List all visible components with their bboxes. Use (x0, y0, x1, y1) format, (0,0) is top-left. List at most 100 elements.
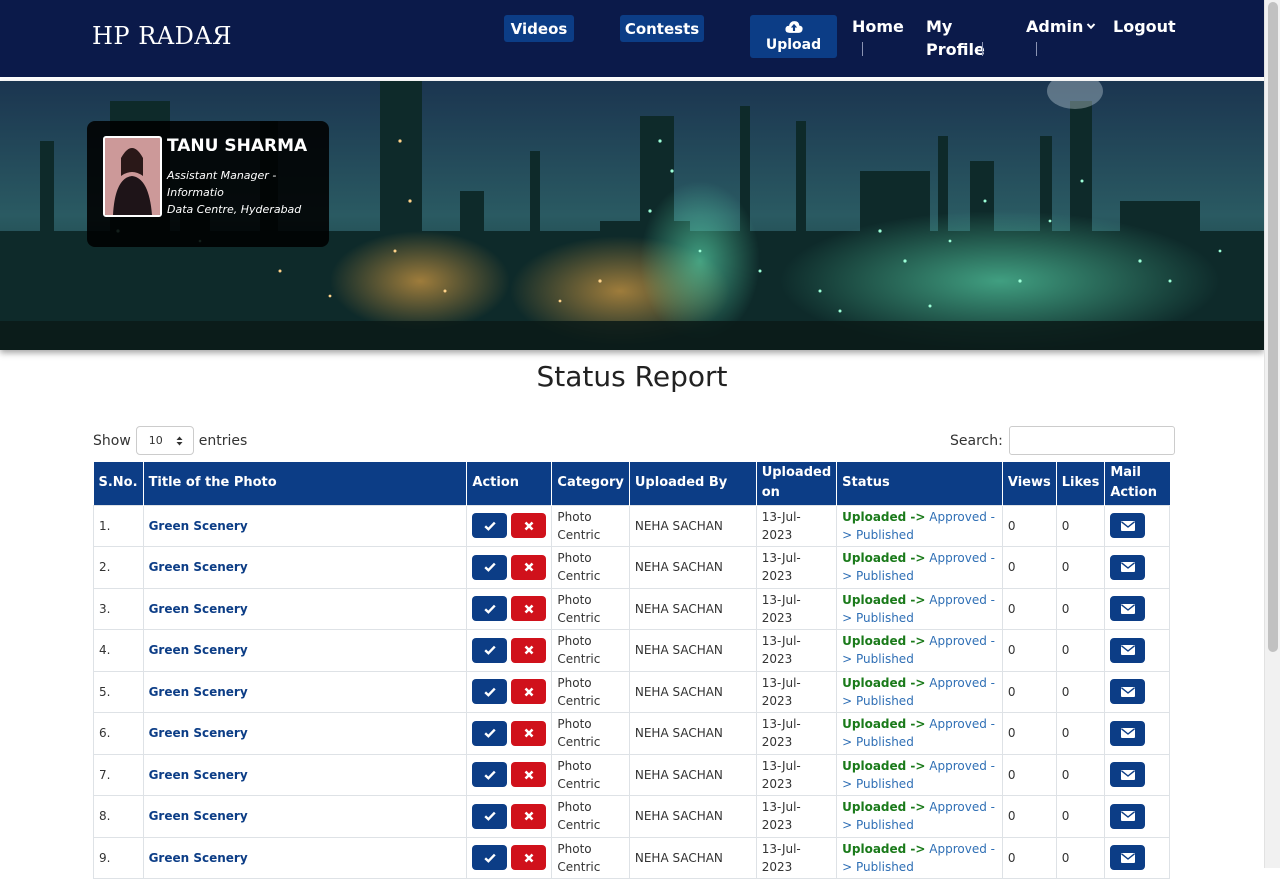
nav-logout-link[interactable]: Logout (1113, 15, 1176, 38)
user-details: Assistant Manager - Informatio Data Cent… (167, 167, 317, 218)
cell-photo-title[interactable]: Green Scenery (142, 546, 468, 589)
envelope-icon (1120, 686, 1135, 697)
approve-button[interactable] (472, 596, 508, 622)
search-input[interactable] (1008, 426, 1175, 455)
reject-button[interactable] (511, 596, 547, 622)
brand-logo[interactable]: HP RADAЯ (92, 22, 232, 50)
header-category[interactable]: Category (551, 462, 630, 505)
header-uploaded-on[interactable]: Uploaded on (756, 462, 838, 505)
approve-button[interactable] (472, 720, 508, 746)
reject-button[interactable] (511, 803, 547, 829)
mail-button[interactable] (1110, 596, 1146, 622)
check-icon (484, 853, 496, 863)
videos-button[interactable]: Videos (504, 15, 574, 42)
approve-button[interactable] (472, 803, 508, 829)
header-status[interactable]: Status (836, 462, 1003, 505)
cell-photo-title[interactable]: Green Scenery (142, 795, 468, 838)
mail-button[interactable] (1110, 679, 1146, 705)
cell-category: Photo Centric (551, 670, 630, 713)
header-sno[interactable]: S.No. (93, 462, 144, 505)
top-navbar: HP RADAЯ Videos Contests Upload Home My … (0, 0, 1264, 79)
nav-my-profile-link[interactable]: My Profile (926, 15, 986, 61)
cell-uploaded-on: 13-Jul-2023 (755, 836, 838, 879)
cell-photo-title[interactable]: Green Scenery (142, 587, 468, 630)
cell-views: 0 (1001, 670, 1057, 713)
approve-button[interactable] (472, 554, 508, 580)
nav-separator (862, 42, 863, 56)
reject-button[interactable] (511, 637, 547, 663)
approve-button[interactable] (472, 513, 508, 539)
cell-photo-title[interactable]: Green Scenery (142, 629, 468, 672)
times-icon (524, 770, 534, 780)
mail-button[interactable] (1110, 845, 1146, 871)
header-title[interactable]: Title of the Photo (143, 462, 468, 505)
cell-photo-title[interactable]: Green Scenery (142, 504, 468, 547)
page-scrollbar[interactable] (1264, 0, 1280, 868)
approve-button[interactable] (472, 637, 508, 663)
cell-sno: 2. (93, 546, 144, 589)
cell-category: Photo Centric (551, 546, 630, 589)
user-location: Data Centre, Hyderabad (167, 203, 302, 216)
header-likes[interactable]: Likes (1056, 462, 1106, 505)
cell-photo-title[interactable]: Green Scenery (142, 753, 468, 796)
contests-button[interactable]: Contests (620, 15, 704, 42)
check-icon (484, 811, 496, 822)
entries-select[interactable]: 10 (135, 426, 194, 455)
cell-uploaded-by: NEHA SACHAN (628, 629, 757, 672)
cell-likes: 0 (1055, 546, 1106, 589)
mail-button[interactable] (1110, 513, 1146, 539)
mail-button[interactable] (1110, 762, 1146, 788)
scrollbar-thumb[interactable] (1268, 2, 1278, 652)
cell-uploaded-on: 13-Jul-2023 (755, 712, 838, 755)
cell-mail-action (1104, 836, 1170, 879)
cell-action (466, 795, 553, 838)
mail-button[interactable] (1110, 554, 1146, 580)
cell-photo-title[interactable]: Green Scenery (142, 836, 468, 879)
cell-sno: 3. (93, 587, 144, 630)
user-designation: Assistant Manager - Informatio (167, 169, 277, 199)
cell-uploaded-by: NEHA SACHAN (628, 795, 757, 838)
header-action[interactable]: Action (466, 462, 553, 505)
nav-separator (982, 42, 983, 56)
cell-mail-action (1104, 670, 1170, 713)
header-uploaded-by[interactable]: Uploaded By (629, 462, 757, 505)
mail-button[interactable] (1110, 803, 1146, 829)
cell-uploaded-on: 13-Jul-2023 (755, 587, 838, 630)
envelope-icon (1120, 728, 1135, 739)
cell-uploaded-by: NEHA SACHAN (628, 587, 757, 630)
reject-button[interactable] (511, 679, 547, 705)
cell-status: Uploaded -> Approved -> Published (836, 795, 1003, 838)
cell-uploaded-on: 13-Jul-2023 (755, 504, 838, 547)
table-search: Search: (950, 426, 1175, 455)
mail-button[interactable] (1110, 637, 1146, 663)
status-published: Published (856, 735, 914, 750)
cell-sno: 8. (93, 795, 144, 838)
reject-button[interactable] (511, 762, 547, 788)
reject-button[interactable] (511, 720, 547, 746)
reject-button[interactable] (511, 554, 547, 580)
upload-button[interactable]: Upload (750, 15, 837, 58)
page-title: Status Report (536, 360, 728, 393)
chevron-down-icon (1087, 23, 1096, 30)
avatar[interactable] (103, 136, 162, 217)
reject-button[interactable] (511, 513, 547, 539)
reject-button[interactable] (511, 845, 547, 871)
cell-views: 0 (1001, 587, 1057, 630)
cell-views: 0 (1001, 753, 1057, 796)
status-uploaded: Uploaded -> (842, 592, 926, 607)
approve-button[interactable] (472, 679, 508, 705)
cell-sno: 4. (93, 629, 144, 672)
nav-admin-dropdown[interactable]: Admin (1026, 15, 1096, 38)
table-row: 4. Green Scenery Photo Centric NEHA SACHAN 1… (93, 629, 1170, 672)
cell-photo-title[interactable]: Green Scenery (142, 712, 468, 755)
header-mail-action[interactable]: Mail Action (1104, 462, 1170, 505)
cell-action (466, 753, 553, 796)
cloud-upload-icon (784, 21, 803, 33)
header-views[interactable]: Views (1002, 462, 1057, 505)
approve-button[interactable] (472, 762, 508, 788)
approve-button[interactable] (472, 845, 508, 871)
cell-photo-title[interactable]: Green Scenery (142, 670, 468, 713)
mail-button[interactable] (1110, 720, 1146, 746)
nav-home-link[interactable]: Home (852, 15, 904, 38)
cell-action (466, 712, 553, 755)
